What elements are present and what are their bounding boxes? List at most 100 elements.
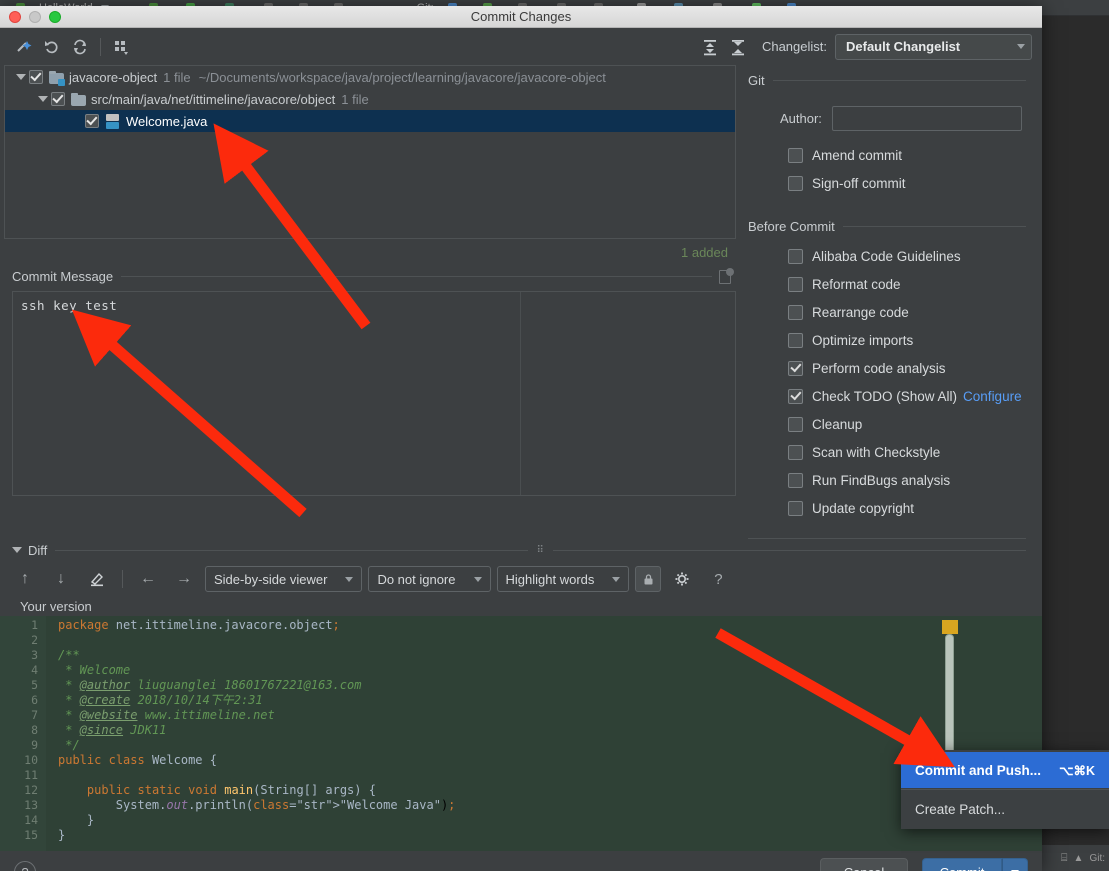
before-commit-header: Before Commit bbox=[748, 219, 1026, 234]
option-label: Sign-off commit bbox=[812, 175, 906, 191]
author-label: Author: bbox=[780, 111, 822, 126]
dialog-titlebar: Commit Changes bbox=[0, 6, 1042, 28]
cancel-button[interactable]: Cancel bbox=[820, 858, 908, 871]
question-icon[interactable]: ? bbox=[703, 566, 733, 592]
diff-header[interactable]: Diff ⠿ bbox=[0, 539, 1042, 561]
line-number: 11 bbox=[24, 768, 38, 782]
line-number-gutter: 1 2 3 4 5 6 7 8 9 10 11 12 13 14 15 bbox=[0, 616, 46, 851]
code-lines[interactable]: package net.ittimeline.javacore.object; … bbox=[46, 616, 1042, 851]
commit-changes-dialog: Commit Changes Changelist: Default Chang… bbox=[0, 6, 1042, 871]
ide-git-status-label[interactable]: Git: bbox=[1089, 853, 1105, 864]
tree-row-label: src/main/java/net/ittimeline/javacore/ob… bbox=[91, 91, 336, 107]
arrow-right-icon[interactable]: → bbox=[169, 566, 199, 592]
tree-row[interactable]: javacore-object 1 file ~/Documents/works… bbox=[5, 66, 735, 88]
dialog-title: Commit Changes bbox=[470, 9, 572, 24]
option-amend-commit[interactable]: Amend commit bbox=[748, 141, 1026, 169]
option-label: Check TODO (Show All) bbox=[812, 388, 958, 404]
checkbox[interactable] bbox=[788, 175, 803, 191]
pencil-icon[interactable] bbox=[82, 566, 112, 592]
file-checkbox[interactable] bbox=[29, 70, 43, 84]
menu-item-create-patch[interactable]: Create Patch... bbox=[901, 791, 1109, 827]
option-reformat-code[interactable]: Reformat code bbox=[748, 270, 1026, 298]
option-label: Reformat code bbox=[812, 276, 901, 292]
checkbox[interactable] bbox=[788, 276, 803, 292]
option-optimize-imports[interactable]: Optimize imports bbox=[748, 326, 1026, 354]
changelist-select[interactable]: Default Changelist bbox=[835, 33, 1032, 60]
option-alibaba-code-guidelines[interactable]: Alibaba Code Guidelines bbox=[748, 242, 1026, 270]
checkbox[interactable] bbox=[788, 416, 803, 432]
commit-dropdown-button[interactable] bbox=[1002, 858, 1028, 871]
checkbox[interactable] bbox=[788, 388, 803, 404]
checkbox[interactable] bbox=[788, 248, 803, 264]
option-scan-with-checkstyle[interactable]: Scan with Checkstyle bbox=[748, 438, 1026, 466]
divider bbox=[772, 80, 1026, 81]
checkbox[interactable] bbox=[788, 444, 803, 460]
chevron-down-icon[interactable] bbox=[13, 74, 29, 80]
option-cleanup[interactable]: Cleanup bbox=[748, 410, 1026, 438]
tree-row[interactable]: src/main/java/net/ittimeline/javacore/ob… bbox=[5, 88, 735, 110]
ignore-mode-select[interactable]: Do not ignore bbox=[368, 566, 491, 592]
highlight-mode-select[interactable]: Highlight words bbox=[496, 566, 630, 592]
commit-options-panel: Git Author: Amend commit Sign-off commit bbox=[740, 65, 1042, 539]
added-count-label: 1 added bbox=[681, 244, 728, 260]
menu-item-commit-and-push[interactable]: Commit and Push... ⌥⌘K bbox=[901, 752, 1109, 788]
chevron-down-icon[interactable] bbox=[12, 547, 22, 553]
line-number: 7 bbox=[31, 708, 38, 722]
option-label: Rearrange code bbox=[812, 304, 909, 320]
menu-separator bbox=[901, 789, 1109, 790]
refresh-icon[interactable] bbox=[66, 34, 94, 60]
arrow-left-icon[interactable]: ← bbox=[133, 566, 163, 592]
splitter-grip[interactable]: ⠿ bbox=[536, 545, 544, 556]
checkbox[interactable] bbox=[788, 147, 803, 163]
author-field[interactable] bbox=[831, 106, 1022, 131]
arrow-down-icon[interactable]: ↓ bbox=[46, 566, 76, 592]
checkbox[interactable] bbox=[788, 332, 803, 348]
checkbox[interactable] bbox=[788, 304, 803, 320]
option-perform-code-analysis[interactable]: Perform code analysis bbox=[748, 354, 1026, 382]
menu-item-shortcut: ⌥⌘K bbox=[1059, 763, 1095, 778]
code-line: } bbox=[58, 828, 66, 842]
collapse-all-icon[interactable] bbox=[724, 34, 752, 60]
commit-message-history-icon[interactable] bbox=[718, 268, 734, 284]
changed-files-tree[interactable]: javacore-object 1 file ~/Documents/works… bbox=[4, 65, 736, 239]
chevron-down-icon[interactable] bbox=[35, 96, 51, 102]
option-sign-off-commit[interactable]: Sign-off commit bbox=[748, 169, 1026, 197]
checkbox[interactable] bbox=[788, 500, 803, 516]
code-line: public class Welcome { bbox=[58, 753, 217, 767]
lock-icon[interactable] bbox=[635, 566, 662, 592]
tree-row[interactable]: Welcome.java bbox=[5, 110, 735, 132]
commit-button[interactable]: Commit bbox=[922, 858, 1002, 871]
option-rearrange-code[interactable]: Rearrange code bbox=[748, 298, 1026, 326]
checkbox[interactable] bbox=[788, 472, 803, 488]
option-check-todo[interactable]: Check TODO (Show All) Configure bbox=[748, 382, 1026, 410]
file-checkbox[interactable] bbox=[85, 114, 99, 128]
commit-message-input[interactable]: ssh key test bbox=[12, 291, 736, 496]
diff-marker[interactable] bbox=[942, 620, 958, 634]
group-by-icon[interactable] bbox=[107, 34, 135, 60]
line-number: 13 bbox=[24, 798, 38, 812]
diff-section: Diff ⠿ ↑ ↓ ← → Side-by-side viewer Do no… bbox=[0, 539, 1042, 851]
magic-wand-icon[interactable] bbox=[10, 34, 38, 60]
viewer-mode-select[interactable]: Side-by-side viewer bbox=[205, 566, 363, 592]
option-label: Update copyright bbox=[812, 500, 915, 516]
revert-icon[interactable] bbox=[38, 34, 66, 60]
tree-row-count: 1 file bbox=[341, 91, 369, 107]
configure-todo-link[interactable]: Configure bbox=[963, 389, 1022, 404]
arrow-up-icon[interactable]: ↑ bbox=[10, 566, 40, 592]
java-file-icon bbox=[105, 113, 120, 129]
diff-code-view[interactable]: 1 2 3 4 5 6 7 8 9 10 11 12 13 14 15 pack… bbox=[0, 616, 1042, 851]
help-button[interactable]: ? bbox=[14, 861, 36, 871]
tree-row-label: javacore-object bbox=[69, 69, 158, 85]
checkbox[interactable] bbox=[788, 360, 803, 376]
gear-icon[interactable] bbox=[667, 566, 697, 592]
divider bbox=[842, 226, 1026, 227]
line-number: 3 bbox=[31, 648, 38, 662]
expand-all-icon[interactable] bbox=[696, 34, 724, 60]
option-update-copyright[interactable]: Update copyright bbox=[748, 494, 1026, 522]
commit-dropdown-menu[interactable]: Commit and Push... ⌥⌘K Create Patch... bbox=[901, 750, 1109, 829]
line-number: 12 bbox=[24, 783, 38, 797]
code-line: * @website www.ittimeline.net bbox=[58, 708, 275, 722]
file-checkbox[interactable] bbox=[51, 92, 65, 106]
option-run-findbugs-analysis[interactable]: Run FindBugs analysis bbox=[748, 466, 1026, 494]
